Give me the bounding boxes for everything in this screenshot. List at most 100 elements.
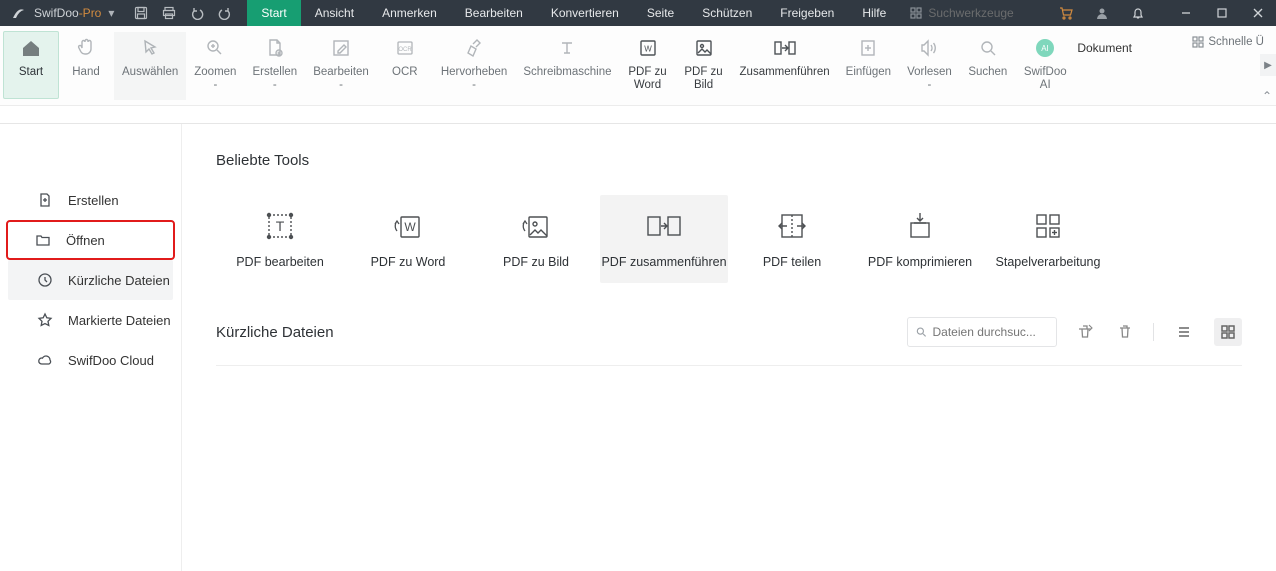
cursor-icon [136,34,164,62]
ocr-icon: OCR [391,34,419,62]
redo-icon[interactable] [211,0,239,26]
svg-text:T: T [276,218,285,234]
recent-files-header: Kürzliche Dateien [216,317,1242,347]
merge-icon [771,34,799,62]
sidebar-item-label: SwifDoo Cloud [68,353,154,368]
undo-icon[interactable] [183,0,211,26]
search-tools-input[interactable] [928,6,1028,20]
app-title: SwifDoo-Pro [34,6,101,20]
sidebar-item-marked[interactable]: Markierte Dateien [8,300,173,340]
sidebar-item-label: Öffnen [66,233,105,248]
divider [0,106,1276,124]
file-plus-icon [36,191,54,209]
tool-label: PDF komprimieren [868,255,972,269]
ribbon-highlight[interactable]: Hervorheben- [433,32,515,100]
app-logo-icon [8,3,28,23]
zoom-icon [201,34,229,62]
ribbon-merge[interactable]: Zusammenführen [732,32,838,100]
ribbon-scroll-right-icon[interactable]: ▶ [1260,54,1276,76]
menu-start[interactable]: Start [247,0,300,26]
tool-edit-pdf[interactable]: T PDF bearbeiten [216,195,344,283]
popular-tools: T PDF bearbeiten W PDF zu Word PDF zu Bi… [216,195,1242,283]
ribbon-select[interactable]: Auswählen [114,32,186,100]
print-icon[interactable] [155,0,183,26]
menu-bearbeiten[interactable]: Bearbeiten [451,0,537,26]
tool-merge-pdf[interactable]: PDF zusammenführen [600,195,728,283]
ribbon: Start Hand Auswählen Zoomen- Erstellen- … [0,26,1276,106]
star-icon [36,311,54,329]
ribbon-pdf-to-word[interactable]: W PDF zuWord [620,32,676,100]
tool-pdf-to-image[interactable]: PDF zu Bild [472,195,600,283]
ribbon-search[interactable]: Suchen [960,32,1016,100]
ribbon-zoom[interactable]: Zoomen- [186,32,244,100]
sidebar-item-create[interactable]: Erstellen [8,180,173,220]
view-list-icon[interactable] [1170,318,1198,346]
ribbon-ocr[interactable]: OCR OCR [377,32,433,100]
main-menu: Start Ansicht Anmerken Bearbeiten Konver… [247,0,900,26]
svg-text:W: W [404,220,416,234]
ribbon-read-aloud[interactable]: Vorlesen- [899,32,960,100]
cart-icon[interactable] [1048,0,1084,26]
tool-pdf-to-word[interactable]: W PDF zu Word [344,195,472,283]
ribbon-typewriter[interactable]: Schreibmaschine [515,32,619,100]
home-icon [17,34,45,62]
tool-batch[interactable]: Stapelverarbeitung [984,195,1112,283]
view-grid-icon[interactable] [1214,318,1242,346]
ribbon-start[interactable]: Start [3,31,59,99]
sidebar-item-label: Kürzliche Dateien [68,273,170,288]
app-dropdown-icon[interactable]: ▾ [105,0,117,26]
svg-text:W: W [644,45,652,54]
ribbon-insert[interactable]: Einfügen [838,32,899,100]
ribbon-pdf-to-image[interactable]: PDF zuBild [676,32,732,100]
quick-access[interactable]: Schnelle Ü [1184,32,1272,52]
clock-icon [36,271,54,289]
recent-search[interactable] [907,317,1057,347]
search-tools[interactable] [900,6,1038,20]
sidebar-item-label: Markierte Dateien [68,313,171,328]
save-icon[interactable] [127,0,155,26]
tool-split-pdf[interactable]: PDF teilen [728,195,856,283]
sidebar-item-recent[interactable]: Kürzliche Dateien [8,260,173,300]
menu-hilfe[interactable]: Hilfe [848,0,900,26]
tool-compress-pdf[interactable]: PDF komprimieren [856,195,984,283]
tool-label: PDF zu Word [371,255,446,269]
ribbon-create[interactable]: Erstellen- [244,32,305,100]
menu-seite[interactable]: Seite [633,0,688,26]
menu-freigeben[interactable]: Freigeben [766,0,848,26]
menu-ansicht[interactable]: Ansicht [301,0,368,26]
ribbon-ai[interactable]: AI SwifDooAI [1016,32,1075,100]
window-minimize-icon[interactable] [1168,0,1204,26]
user-icon[interactable] [1084,0,1120,26]
insert-page-icon [854,34,882,62]
image-icon [690,34,718,62]
window-close-icon[interactable] [1240,0,1276,26]
menu-schuetzen[interactable]: Schützen [688,0,766,26]
ribbon-hand[interactable]: Hand [58,32,114,100]
search-icon [974,34,1002,62]
ribbon-document[interactable]: A⇄ Dokument [1075,32,1131,100]
trash-icon[interactable] [1113,320,1137,344]
divider [216,365,1242,366]
sidebar-item-cloud[interactable]: SwifDoo Cloud [8,340,173,380]
titlebar: SwifDoo-Pro ▾ Start Ansicht Anmerken Bea… [0,0,1276,26]
ribbon-edit[interactable]: Bearbeiten- [305,32,377,100]
recent-search-input[interactable] [933,325,1049,339]
titlebar-right [1048,0,1276,26]
clear-history-icon[interactable] [1073,320,1097,344]
divider [1153,323,1154,341]
hand-icon [72,34,100,62]
tool-label: PDF zusammenführen [601,255,726,269]
svg-text:AI: AI [1041,44,1049,53]
popular-tools-title: Beliebte Tools [216,152,1242,169]
ribbon-collapse-icon[interactable]: ⌃ [1262,89,1272,103]
tool-label: PDF teilen [763,255,821,269]
tool-label: Stapelverarbeitung [996,255,1101,269]
sidebar-item-open[interactable]: Öffnen [6,220,175,260]
window-maximize-icon[interactable] [1204,0,1240,26]
translate-icon: A⇄ Dokument [1089,34,1117,62]
menu-konvertieren[interactable]: Konvertieren [537,0,633,26]
ai-icon: AI [1031,34,1059,62]
body: Erstellen Öffnen Kürzliche Dateien Marki… [0,124,1276,571]
bell-icon[interactable] [1120,0,1156,26]
menu-anmerken[interactable]: Anmerken [368,0,451,26]
